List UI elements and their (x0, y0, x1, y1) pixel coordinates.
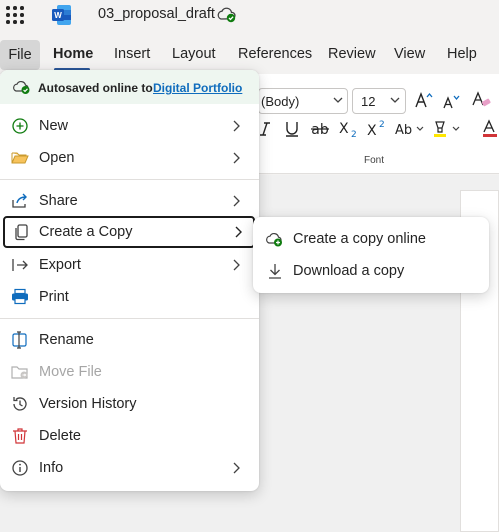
svg-text:Ab: Ab (395, 123, 412, 138)
menu-item-export[interactable]: Export (0, 249, 259, 281)
tab-layout[interactable]: Layout (172, 46, 216, 62)
clear-formatting-icon[interactable] (470, 90, 492, 110)
word-logo-icon[interactable]: W (52, 4, 72, 26)
submenu-item-label: Create a copy online (293, 231, 426, 247)
autosave-text: Autosaved online to (38, 81, 153, 95)
menu-divider (0, 318, 259, 319)
menu-divider (0, 179, 259, 180)
svg-text:W: W (54, 11, 62, 20)
font-name-value: (Body) (261, 94, 300, 109)
submenu-item-label: Download a copy (293, 263, 405, 279)
tab-references[interactable]: References (238, 46, 312, 62)
autosave-banner: Autosaved online to Digital Portfolio (0, 70, 259, 104)
underline-icon[interactable] (284, 120, 300, 138)
menu-item-print[interactable]: Print (0, 281, 259, 313)
menu-item-label: Delete (39, 428, 81, 444)
document-title[interactable]: 03_proposal_draft (98, 6, 215, 22)
create-a-copy-submenu: Create a copy online Download a copy (253, 217, 489, 293)
chevron-right-icon (233, 120, 240, 132)
copy-icon (15, 224, 28, 241)
font-color-icon[interactable] (480, 119, 499, 139)
chevron-right-icon (233, 259, 240, 271)
plus-circle-icon (12, 118, 28, 134)
cloud-check-icon (13, 80, 30, 94)
strikethrough-icon[interactable]: ab (310, 120, 330, 138)
title-bar: W 03_proposal_draft (0, 0, 499, 30)
move-file-icon (11, 366, 28, 379)
menu-item-label: Rename (39, 332, 94, 348)
shrink-font-icon[interactable] (441, 92, 461, 112)
menu-item-label: Info (39, 460, 64, 476)
menu-item-label: Print (39, 289, 69, 305)
submenu-item-create-copy-online[interactable]: Create a copy online (253, 223, 489, 255)
tab-help[interactable]: Help (447, 46, 477, 62)
menu-item-create-a-copy[interactable]: Create a Copy (3, 216, 255, 248)
svg-text:X: X (367, 123, 377, 137)
cloud-add-icon (266, 232, 282, 247)
subscript-icon[interactable]: X2 (339, 120, 359, 138)
info-icon (12, 460, 28, 476)
chevron-right-icon (235, 226, 242, 238)
menu-item-move-file[interactable]: Move File (0, 356, 259, 388)
highlight-color-icon[interactable] (431, 119, 465, 139)
change-case-icon[interactable]: Ab (395, 120, 427, 138)
superscript-icon[interactable]: X2 (367, 119, 387, 137)
menu-item-share[interactable]: Share (0, 185, 259, 217)
rename-icon (12, 331, 27, 349)
svg-text:ab: ab (311, 122, 329, 138)
tab-file[interactable]: File (0, 40, 40, 70)
menu-item-new[interactable]: New (0, 110, 259, 142)
history-icon (13, 397, 27, 411)
tab-insert[interactable]: Insert (114, 46, 150, 62)
menu-item-label: Export (39, 257, 81, 273)
chevron-right-icon (233, 195, 240, 207)
svg-text:2: 2 (351, 130, 357, 138)
chevron-right-icon (233, 462, 240, 474)
tab-view[interactable]: View (394, 46, 425, 62)
chevron-right-icon (233, 152, 240, 164)
menu-item-delete[interactable]: Delete (0, 420, 259, 452)
autosave-location-link[interactable]: Digital Portfolio (153, 81, 242, 95)
tab-file-label: File (8, 47, 32, 63)
chevron-down-icon (333, 97, 343, 103)
cloud-saved-icon[interactable] (216, 6, 238, 24)
app-launcher-icon[interactable] (6, 6, 24, 24)
italic-icon[interactable] (258, 120, 272, 138)
menu-item-info[interactable]: Info (0, 452, 259, 484)
menu-item-label: Create a Copy (39, 224, 133, 240)
grow-font-icon[interactable] (414, 90, 434, 110)
menu-item-label: Version History (39, 396, 137, 412)
trash-icon (13, 428, 27, 444)
printer-icon (12, 288, 28, 305)
menu-item-rename[interactable]: Rename (0, 324, 259, 356)
chevron-down-icon (390, 97, 400, 103)
menu-item-label: Move File (39, 364, 102, 380)
menu-bar: File Home Insert Layout References Revie… (0, 40, 499, 70)
menu-item-label: Open (39, 150, 75, 166)
submenu-item-download-a-copy[interactable]: Download a copy (253, 255, 489, 287)
share-icon (12, 193, 27, 208)
download-icon (269, 264, 281, 279)
font-size-value: 12 (361, 94, 376, 109)
folder-open-icon (11, 152, 29, 164)
file-menu: Autosaved online to Digital Portfolio Ne… (0, 70, 259, 491)
font-group-label: Font (364, 155, 385, 166)
tab-home[interactable]: Home (53, 46, 93, 62)
svg-text:X: X (339, 121, 349, 137)
menu-item-version-history[interactable]: Version History (0, 388, 259, 420)
export-icon (12, 259, 28, 271)
menu-item-label: New (39, 118, 69, 134)
tab-review[interactable]: Review (328, 46, 376, 62)
menu-item-open[interactable]: Open (0, 142, 259, 174)
svg-text:2: 2 (379, 120, 385, 130)
menu-item-label: Share (39, 193, 78, 209)
